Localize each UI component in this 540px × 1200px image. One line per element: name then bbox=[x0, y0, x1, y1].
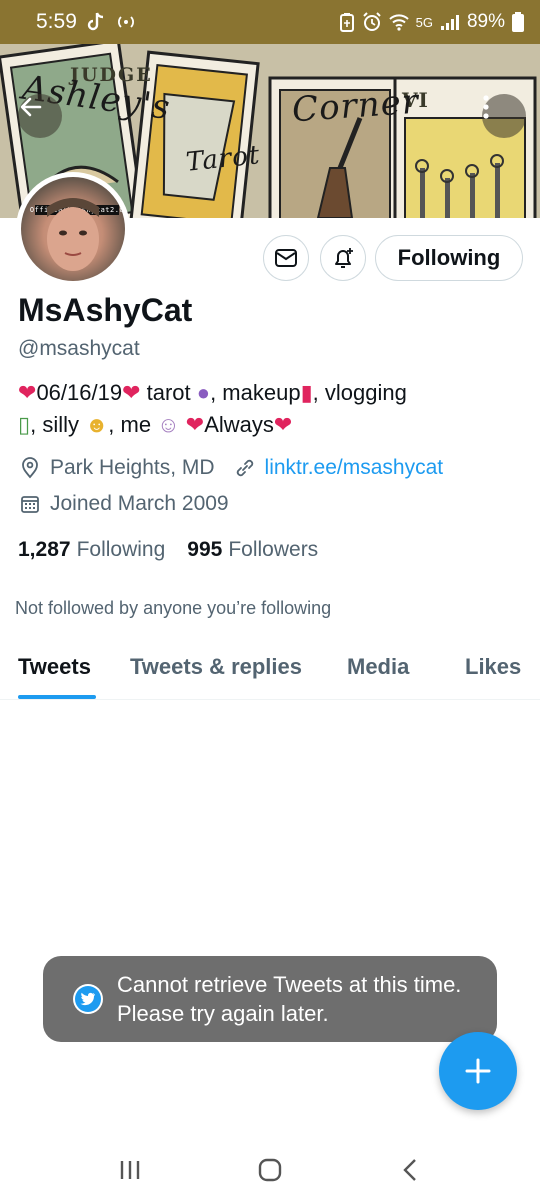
more-vertical-icon bbox=[483, 95, 489, 119]
profile-meta-joined: Joined March 2009 bbox=[18, 492, 229, 516]
profile-meta-location: Park Heights, MD linktr.ee/msashycat bbox=[18, 456, 443, 480]
more-options-button[interactable] bbox=[482, 94, 526, 138]
tab-tweets-replies[interactable]: Tweets & replies bbox=[130, 654, 302, 680]
calendar-icon bbox=[18, 492, 42, 516]
avatar[interactable]: OfficialMsashycat2.0 bbox=[16, 172, 130, 286]
following-count-link[interactable]: 1,287 Following bbox=[18, 538, 165, 562]
network-type: 5G bbox=[415, 14, 433, 30]
plus-icon bbox=[465, 1058, 491, 1084]
recent-apps-icon bbox=[120, 1161, 140, 1179]
user-handle: @msashycat bbox=[18, 337, 140, 360]
bio-date: 06/16/19 bbox=[36, 380, 123, 405]
system-nav-bar bbox=[0, 1140, 540, 1200]
envelope-icon bbox=[275, 249, 297, 267]
battery-icon bbox=[512, 12, 524, 32]
tab-tweets[interactable]: Tweets bbox=[18, 654, 91, 680]
notifications-button[interactable] bbox=[320, 235, 366, 281]
active-tab-indicator bbox=[18, 695, 96, 699]
lipstick-emoji: ▮ bbox=[300, 380, 313, 405]
location-text: Park Heights, MD bbox=[50, 456, 215, 479]
heart-emoji: ❤ bbox=[18, 380, 37, 405]
bio-text-tarot: tarot bbox=[140, 380, 197, 405]
joined-text: Joined March 2009 bbox=[50, 492, 229, 515]
profile-screen: 5:59 5G 89% JUDGE VI Ashley's Corner Tar… bbox=[0, 0, 540, 1200]
bio-text-vlogging: , vlogging bbox=[312, 380, 407, 405]
selfie-emoji: ▯ bbox=[18, 412, 31, 437]
bio-text-always: Always bbox=[204, 412, 274, 437]
heart-emoji: ❤ bbox=[273, 412, 293, 437]
location-pin-icon bbox=[18, 456, 42, 480]
compose-tweet-button[interactable] bbox=[439, 1032, 517, 1110]
crystal-ball-emoji: ● bbox=[196, 380, 211, 405]
cast-icon bbox=[115, 15, 137, 29]
tiktok-icon bbox=[87, 12, 105, 32]
bio: ❤06/16/19❤ tarot ●, makeup▮, vlogging ▯,… bbox=[18, 377, 518, 441]
following-count-label: Following bbox=[76, 538, 166, 561]
followers-count: 995 bbox=[187, 538, 223, 561]
followers-count-label: Followers bbox=[228, 538, 319, 561]
chevron-left-icon bbox=[403, 1159, 416, 1181]
bio-text-makeup: , makeup bbox=[210, 380, 301, 405]
recent-apps-button[interactable] bbox=[100, 1145, 160, 1195]
error-toast: Cannot retrieve Tweets at this time. Ple… bbox=[43, 956, 497, 1042]
profile-tabs: Tweets Tweets & replies Media Likes bbox=[0, 640, 540, 700]
system-back-button[interactable] bbox=[380, 1145, 440, 1195]
display-name: MsAshyCat bbox=[18, 292, 193, 328]
person-emoji: ☺ bbox=[157, 412, 180, 437]
toast-message: Cannot retrieve Tweets at this time. Ple… bbox=[117, 972, 462, 1026]
wifi-icon bbox=[388, 13, 409, 31]
tab-likes[interactable]: Likes bbox=[465, 654, 521, 680]
heart-emoji: ❤ bbox=[122, 380, 141, 405]
signal-icon bbox=[440, 13, 460, 31]
avatar-photo: OfficialMsashycat2.0 bbox=[21, 177, 125, 281]
battery-saver-icon bbox=[339, 12, 355, 32]
social-context: Not followed by anyone you’re following bbox=[15, 598, 332, 618]
home-icon bbox=[258, 1158, 282, 1182]
heart-emoji: ❤ bbox=[185, 412, 205, 437]
laughing-emoji: ☻ bbox=[85, 412, 109, 437]
arrow-left-icon bbox=[20, 97, 42, 117]
status-time: 5:59 bbox=[36, 10, 77, 33]
website-link[interactable]: linktr.ee/msashycat bbox=[265, 456, 444, 480]
battery-percent: 89% bbox=[466, 11, 505, 32]
bio-text-me: , me bbox=[108, 412, 158, 437]
avatar-face-illustration bbox=[47, 198, 99, 271]
link-icon bbox=[233, 456, 257, 480]
following-button[interactable]: Following bbox=[375, 235, 523, 281]
followers-count-link[interactable]: 995 Followers bbox=[187, 538, 318, 562]
status-bar: 5:59 5G 89% bbox=[0, 0, 540, 44]
back-button[interactable] bbox=[18, 94, 62, 138]
bell-plus-icon bbox=[335, 248, 353, 268]
follow-counts: 1,287 Following 995 Followers bbox=[18, 538, 318, 562]
alarm-icon bbox=[362, 12, 382, 32]
bio-text-silly: , silly bbox=[30, 412, 86, 437]
following-count: 1,287 bbox=[18, 538, 71, 561]
tab-media[interactable]: Media bbox=[347, 654, 409, 680]
twitter-bird-icon bbox=[73, 984, 103, 1014]
message-button[interactable] bbox=[263, 235, 309, 281]
home-button[interactable] bbox=[240, 1145, 300, 1195]
